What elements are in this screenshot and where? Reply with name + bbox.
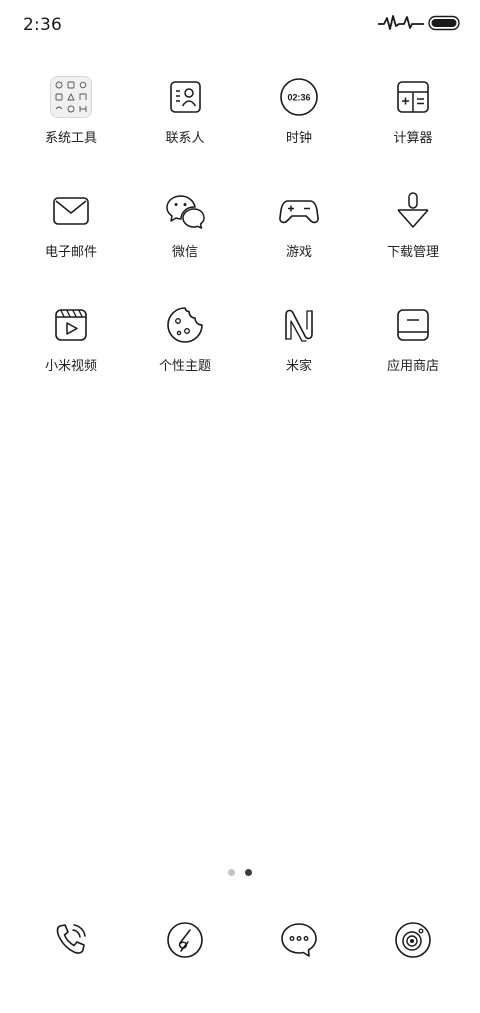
- dock: [14, 918, 470, 962]
- download-icon: [392, 190, 434, 232]
- app-mi-video[interactable]: 小米视频: [14, 300, 128, 414]
- calculator-icon: [392, 76, 434, 118]
- camera-icon: [391, 918, 435, 962]
- dock-camera[interactable]: [356, 918, 470, 962]
- phone-icon: [49, 918, 93, 962]
- gamepad-icon: [278, 190, 320, 232]
- dock-messages[interactable]: [242, 918, 356, 962]
- app-mijia[interactable]: 米家: [242, 300, 356, 414]
- app-label: 计算器: [393, 131, 433, 146]
- app-label: 小米视频: [44, 359, 97, 374]
- dock-browser[interactable]: [128, 918, 242, 962]
- system-tools-folder-icon: [50, 76, 92, 118]
- app-downloads[interactable]: 下载管理: [356, 186, 470, 300]
- app-store-icon: [392, 304, 434, 346]
- app-label: 应用商店: [386, 359, 439, 374]
- app-label: 游戏: [285, 245, 312, 260]
- app-games[interactable]: 游戏: [242, 186, 356, 300]
- app-contacts[interactable]: 联系人: [128, 72, 242, 186]
- clock-icon-text: 02:36: [287, 93, 310, 103]
- page-indicator: [0, 869, 480, 876]
- app-label: 联系人: [165, 131, 205, 146]
- app-store[interactable]: 应用商店: [356, 300, 470, 414]
- app-label: 电子邮件: [44, 245, 97, 260]
- pulse-signal-icon: [377, 13, 425, 37]
- app-label: 下载管理: [386, 245, 439, 260]
- mijia-icon: [278, 304, 320, 346]
- clock-icon: 02:36: [278, 76, 320, 118]
- browser-icon: [163, 918, 207, 962]
- email-icon: [50, 190, 92, 232]
- app-grid: 系统工具 联系人 02:36 时钟 计算器 电子邮件 微信 游戏 下载管理 小米…: [14, 72, 470, 414]
- contacts-icon: [164, 76, 206, 118]
- app-label: 系统工具: [44, 131, 97, 146]
- app-email[interactable]: 电子邮件: [14, 186, 128, 300]
- app-clock[interactable]: 02:36 时钟: [242, 72, 356, 186]
- page-dot[interactable]: [228, 869, 235, 876]
- battery-icon: [428, 15, 460, 35]
- status-bar: 2:36: [0, 0, 480, 52]
- status-icons: [377, 13, 460, 37]
- app-label: 微信: [171, 245, 198, 260]
- app-label: 时钟: [285, 131, 312, 146]
- dock-phone[interactable]: [14, 918, 128, 962]
- messages-icon: [277, 918, 321, 962]
- app-calculator[interactable]: 计算器: [356, 72, 470, 186]
- app-label: 米家: [285, 359, 312, 374]
- app-themes[interactable]: 个性主题: [128, 300, 242, 414]
- theme-icon: [164, 304, 206, 346]
- page-dot-current[interactable]: [245, 869, 252, 876]
- status-time: 2:36: [23, 15, 62, 35]
- app-wechat[interactable]: 微信: [128, 186, 242, 300]
- app-system-tools[interactable]: 系统工具: [14, 72, 128, 186]
- app-label: 个性主题: [158, 359, 211, 374]
- wechat-icon: [164, 190, 206, 232]
- video-icon: [50, 304, 92, 346]
